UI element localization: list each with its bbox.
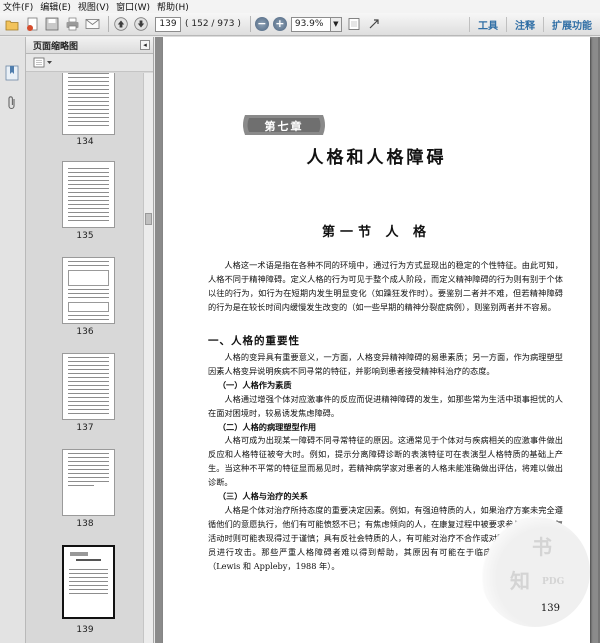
comment-tab[interactable]: 注释 — [506, 17, 543, 32]
thumbnail-label: 137 — [76, 423, 94, 433]
thumbnail-options-icon[interactable] — [33, 53, 53, 72]
vulnerability-paragraph: 人格通过增强个体对应激事件的反应而促进精神障碍的发生，如那些常为生活中琐事担忧的… — [208, 393, 563, 418]
heading-importance: 一、人格的重要性 — [208, 335, 300, 347]
toolbar: 139 ( 152 / 973 ) − + 93.9% ▼ 工具 注释 扩展功能 — [0, 13, 600, 36]
page-number-input[interactable]: 139 — [155, 16, 181, 32]
thumbnail-scrollbar[interactable] — [143, 73, 153, 643]
thumbnail-page-139[interactable] — [62, 545, 115, 619]
open-folder-icon[interactable] — [4, 16, 20, 32]
attachment-icon[interactable] — [6, 95, 18, 115]
panel-header: 页面缩略图 ◂ — [26, 37, 153, 54]
next-page-icon[interactable] — [133, 16, 149, 32]
chapter-title: 人格和人格障碍 — [306, 148, 447, 168]
toolbar-divider — [249, 16, 251, 32]
fit-page-icon[interactable] — [346, 16, 362, 32]
thumbnail-label: 139 — [76, 625, 94, 635]
document-page: 第七章 人格和人格障碍 第一节 人 格 人格这一术语是指在各种不同的环境中，通过… — [163, 37, 590, 643]
menu-help[interactable]: 帮助(H) — [157, 0, 189, 13]
zoom-in-icon[interactable]: + — [272, 17, 287, 31]
menu-edit[interactable]: 编辑(E) — [40, 0, 71, 13]
page-number: 139 — [540, 603, 560, 614]
thumbnail-scrollbar-thumb[interactable] — [145, 213, 152, 225]
thumbnail-label: 134 — [76, 137, 94, 147]
heading-vulnerability: （一）人格作为素质 — [217, 379, 292, 390]
section-title: 第一节 人 格 — [321, 225, 432, 240]
thumbnail-page-137[interactable] — [62, 353, 115, 420]
importance-paragraph: 人格的变异具有重要意义，一方面，人格变异精神障碍的易患素质；另一方面，作为病理塑… — [208, 352, 563, 376]
pathoplastic-paragraph: 人格可成为出现某一障碍不同寻常特征的原因。这通常见于个体对与疾病相关的应激事件做… — [208, 435, 563, 488]
menu-view[interactable]: 视图(V) — [78, 0, 109, 13]
page-count-label: ( 152 / 973 ) — [185, 19, 241, 29]
zoom-out-icon[interactable]: − — [254, 17, 269, 31]
document-viewer[interactable]: 第七章 人格和人格障碍 第一节 人 格 人格这一术语是指在各种不同的环境中，通过… — [155, 37, 600, 643]
thumbnail-page-136[interactable] — [62, 257, 115, 324]
expand-icon[interactable] — [366, 16, 382, 32]
panel-title: 页面缩略图 — [33, 41, 79, 52]
zoom-dropdown-icon[interactable]: ▼ — [330, 16, 342, 32]
thumbnail-page-134[interactable] — [62, 73, 115, 135]
thumbnail-label: 135 — [76, 231, 94, 241]
chapter-badge: 第七章 — [264, 120, 304, 133]
watermark-seal: 书 知 PDG — [480, 517, 590, 627]
heading-pathoplastic: （二）人格的病理塑型作用 — [217, 421, 317, 432]
toolbar-right-tabs: 工具 注释 扩展功能 — [469, 13, 600, 36]
tools-tab[interactable]: 工具 — [469, 17, 506, 32]
create-pdf-icon[interactable] — [24, 16, 40, 32]
print-icon[interactable] — [64, 16, 80, 32]
previous-page-icon[interactable] — [113, 16, 129, 32]
thumbnail-page-138[interactable] — [62, 449, 115, 516]
collapse-panel-icon[interactable]: ◂ — [140, 40, 150, 50]
menu-bar: 文件(F) 编辑(E) 视图(V) 窗口(W) 帮助(H) — [0, 0, 600, 13]
thumbnail-panel: 页面缩略图 ◂ 134 135 136 137 138 139 — [26, 37, 154, 643]
thumbnail-page-135[interactable] — [62, 161, 115, 228]
menu-window[interactable]: 窗口(W) — [116, 0, 150, 13]
email-icon[interactable] — [84, 16, 100, 32]
navigation-rail — [0, 37, 26, 643]
menu-file[interactable]: 文件(F) — [3, 0, 33, 13]
save-icon[interactable] — [44, 16, 60, 32]
panel-options — [26, 54, 153, 72]
extended-tab[interactable]: 扩展功能 — [543, 17, 600, 32]
heading-treatment: （三）人格与治疗的关系 — [217, 491, 308, 502]
thumbnail-label: 138 — [76, 519, 94, 529]
bookmark-icon[interactable] — [5, 65, 19, 85]
toolbar-divider — [108, 16, 109, 32]
thumbnail-list: 134 135 136 137 138 139 — [26, 73, 144, 643]
thumbnail-label: 136 — [76, 327, 94, 337]
intro-paragraph: 人格这一术语是指在各种不同的环境中，通过行为方式显现出的稳定的个性特征。由此可知… — [208, 260, 563, 312]
zoom-level-input[interactable]: 93.9% — [290, 16, 331, 32]
